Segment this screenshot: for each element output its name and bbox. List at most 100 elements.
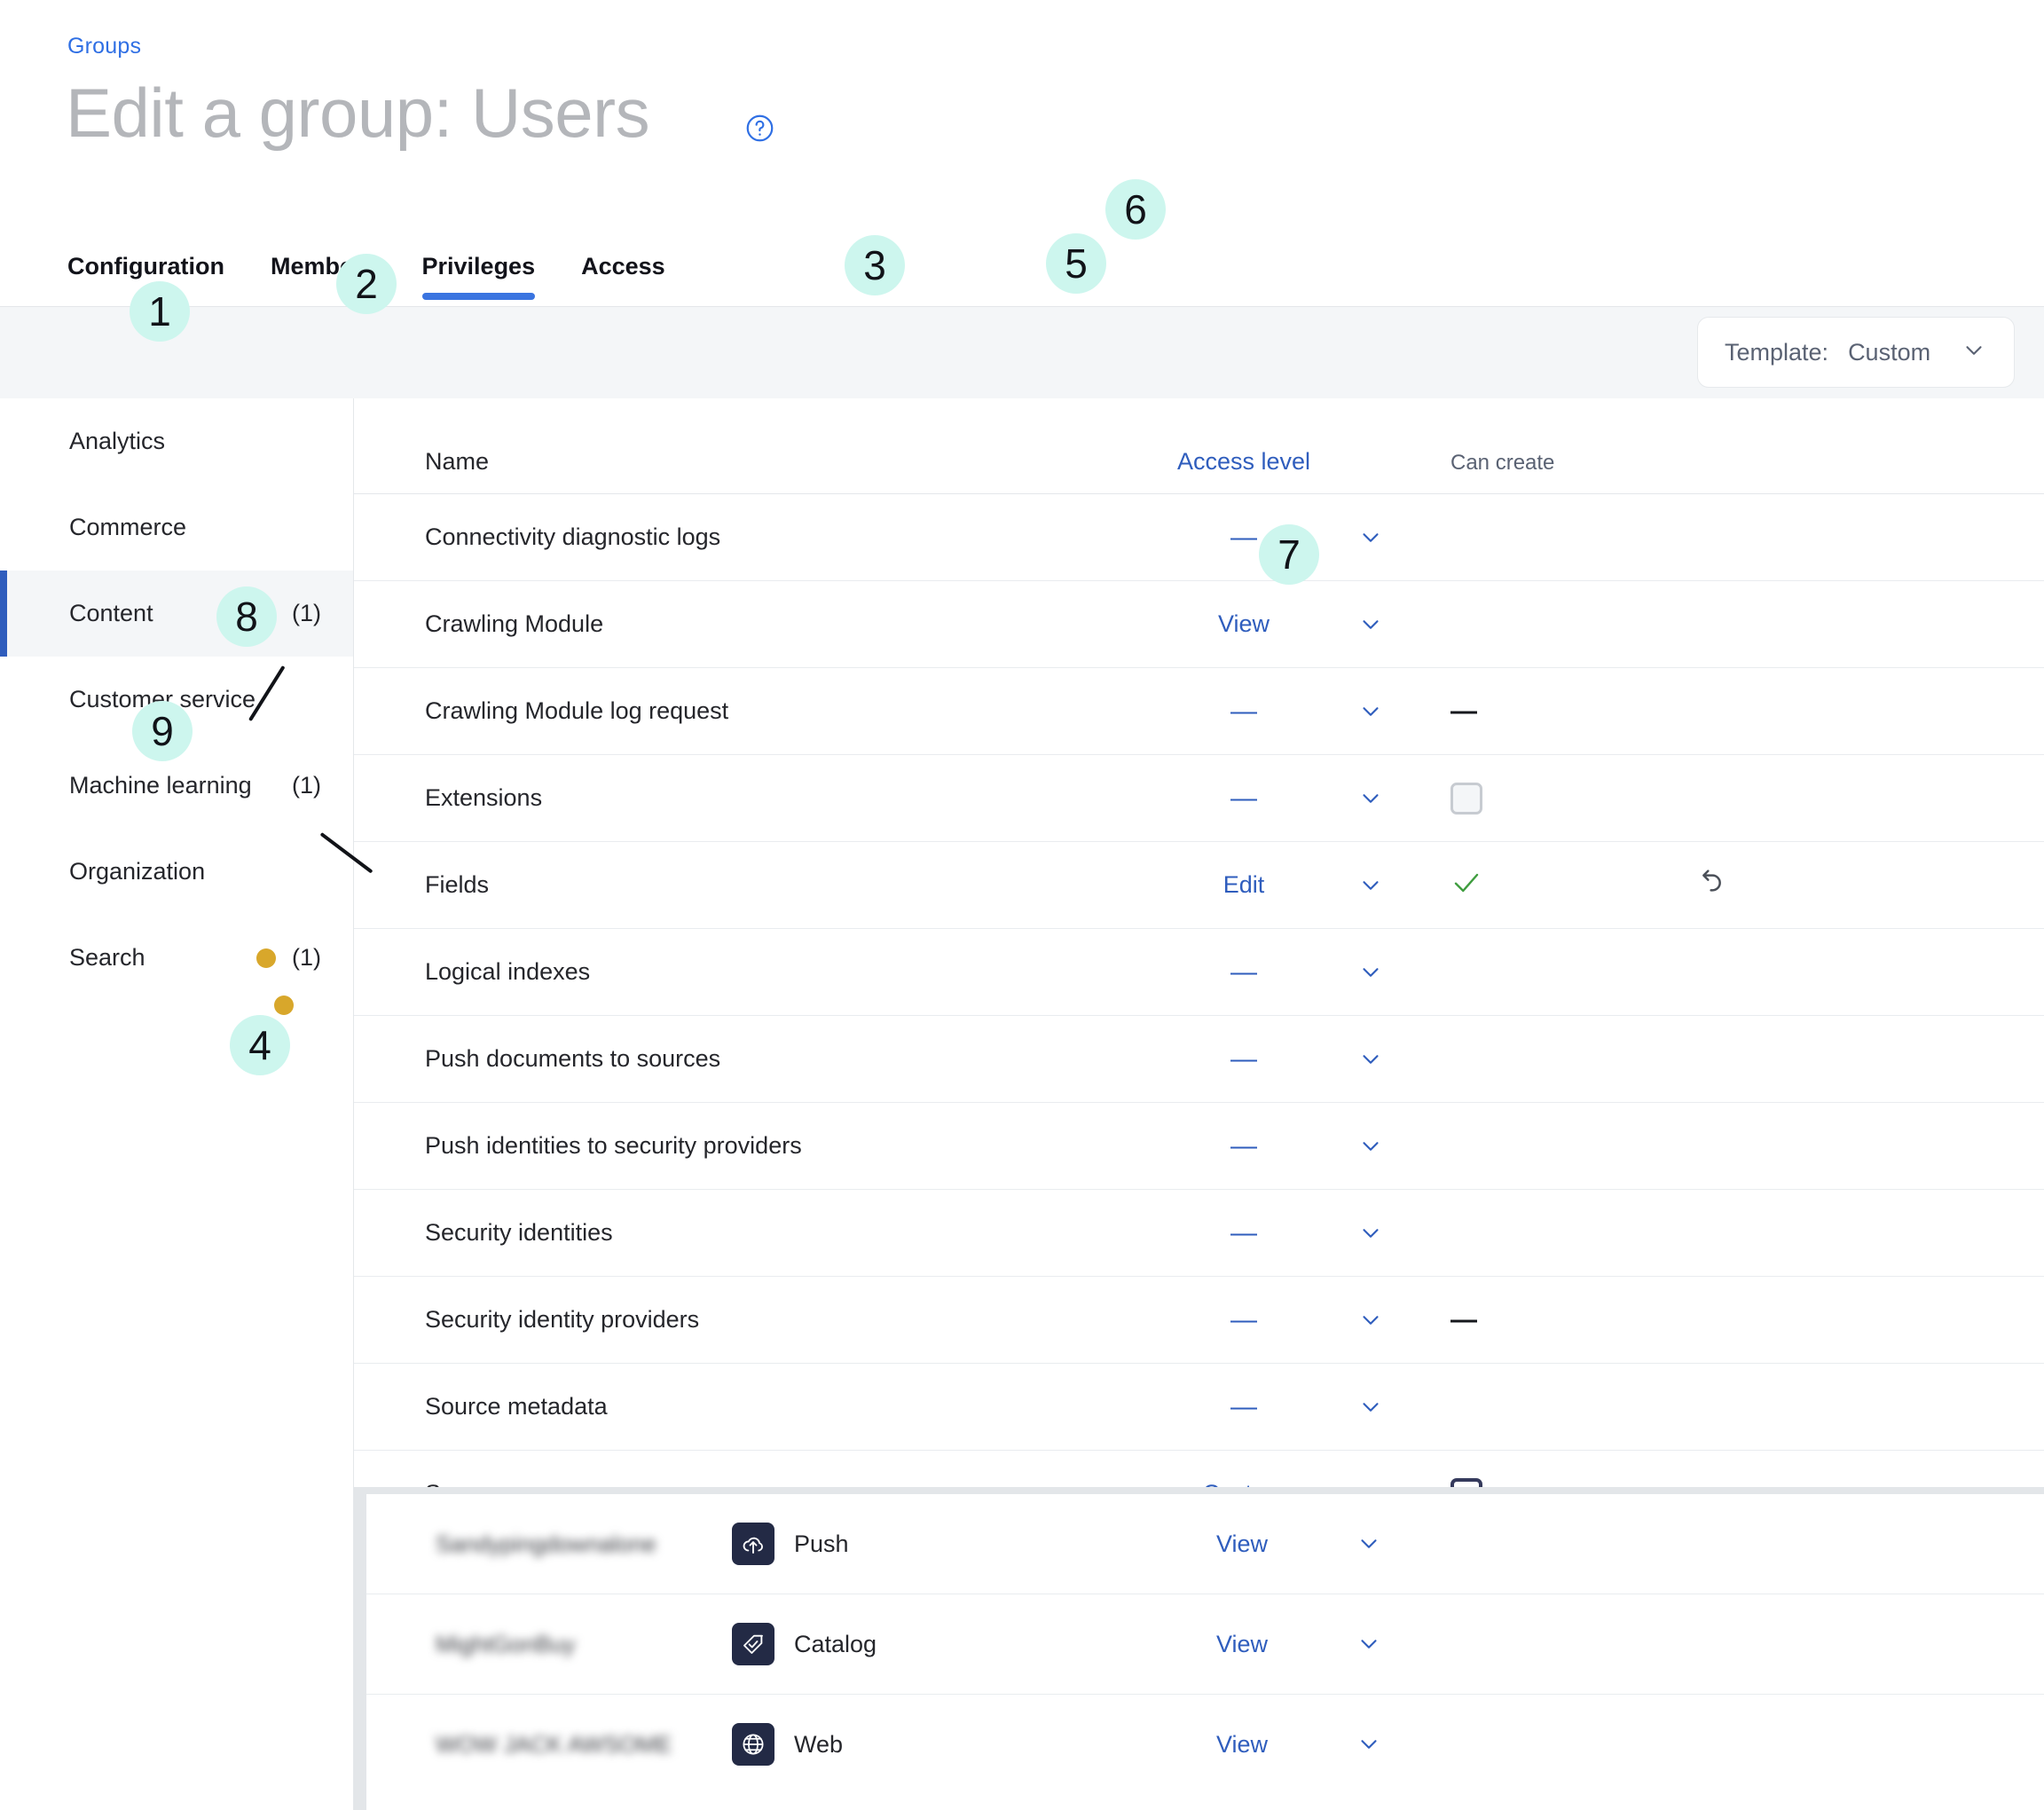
unsaved-changes-dot-icon xyxy=(274,996,294,1015)
source-name: Sandypingdownalone xyxy=(366,1531,732,1558)
source-name: WOW JACK AWSOME xyxy=(366,1731,732,1759)
source-type-label: Catalog xyxy=(794,1631,877,1658)
access-level-chevron-down-icon[interactable] xyxy=(1326,1631,1411,1657)
access-level-value[interactable]: — xyxy=(1160,1220,1328,1247)
privileges-toolbar: Template: Custom xyxy=(0,306,2044,400)
table-row[interactable]: Extensions — xyxy=(354,755,2044,842)
access-level-value[interactable]: View xyxy=(1160,610,1328,638)
access-level-chevron-down-icon[interactable] xyxy=(1328,959,1413,986)
privilege-name: Fields xyxy=(354,871,1160,899)
table-row[interactable]: Push identities to security providers — xyxy=(354,1103,2044,1190)
access-level-value[interactable]: View xyxy=(1158,1731,1326,1759)
list-item[interactable]: WOW JACK AWSOME Web View xyxy=(366,1695,2044,1794)
access-level-value[interactable]: View xyxy=(1158,1531,1326,1558)
access-level-chevron-down-icon[interactable] xyxy=(1328,1046,1413,1073)
sidebar-item-label: Organization xyxy=(69,858,205,885)
access-level-value[interactable]: — xyxy=(1160,959,1328,986)
privilege-name: Source metadata xyxy=(354,1393,1160,1420)
sidebar-item-commerce[interactable]: Commerce xyxy=(0,484,353,571)
template-dropdown[interactable]: Template: Custom xyxy=(1697,317,2015,388)
access-level-chevron-down-icon[interactable] xyxy=(1328,611,1413,638)
access-level-chevron-down-icon[interactable] xyxy=(1328,785,1413,812)
privilege-name: Security identities xyxy=(354,1219,1160,1247)
sidebar-item-organization[interactable]: Organization xyxy=(0,829,353,915)
cloud-upload-icon xyxy=(732,1523,774,1565)
annotation-1: 1 xyxy=(130,281,190,342)
source-type: Web xyxy=(732,1723,1158,1766)
breadcrumb-groups[interactable]: Groups xyxy=(67,34,141,59)
tab-access[interactable]: Access xyxy=(581,253,665,300)
list-item[interactable]: Sandypingdownalone Push View xyxy=(366,1494,2044,1594)
access-level-chevron-down-icon[interactable] xyxy=(1328,1307,1413,1334)
sidebar-item-label: Content xyxy=(69,600,153,627)
table-row[interactable]: Push documents to sources — xyxy=(354,1016,2044,1103)
sources-sub-table: Sandypingdownalone Push View MightGonBuy… xyxy=(354,1487,2044,1810)
access-level-chevron-down-icon[interactable] xyxy=(1328,1220,1413,1247)
privilege-name: Connectivity diagnostic logs xyxy=(354,523,1160,551)
privilege-name: Crawling Module xyxy=(354,610,1160,638)
sidebar-item-label: Analytics xyxy=(69,428,165,455)
sidebar-item-search[interactable]: Search (1) xyxy=(0,915,353,1001)
access-level-value[interactable]: — xyxy=(1160,1133,1328,1160)
tab-privileges[interactable]: Privileges xyxy=(422,253,536,300)
table-row[interactable]: Security identities — xyxy=(354,1190,2044,1277)
table-row[interactable]: Connectivity diagnostic logs — xyxy=(354,494,2044,581)
access-level-chevron-down-icon[interactable] xyxy=(1328,698,1413,725)
sidebar-item-count: (1) xyxy=(292,600,321,627)
list-item[interactable]: MightGonBuy Catalog View xyxy=(366,1594,2044,1695)
sidebar-item-content[interactable]: Content (1) xyxy=(0,571,353,657)
access-level-chevron-down-icon[interactable] xyxy=(1326,1531,1411,1557)
sidebar-item-label: Search xyxy=(69,944,145,972)
source-name: MightGonBuy xyxy=(366,1631,732,1658)
annotation-5: 5 xyxy=(1046,233,1106,294)
annotation-3: 3 xyxy=(845,235,905,295)
privilege-name: Push documents to sources xyxy=(354,1045,1160,1073)
access-level-value[interactable]: — xyxy=(1160,785,1328,812)
access-level-value[interactable]: — xyxy=(1160,1307,1328,1334)
access-level-chevron-down-icon[interactable] xyxy=(1328,1133,1413,1160)
column-header-access-level: Access level xyxy=(1160,448,1328,476)
sidebar-item-count: (1) xyxy=(292,944,321,972)
annotation-8: 8 xyxy=(216,586,277,647)
template-value: Custom xyxy=(1848,339,1930,366)
privilege-name: Logical indexes xyxy=(354,958,1160,986)
sidebar-item-label: Machine learning xyxy=(69,772,252,799)
can-create-not-applicable-dash: — xyxy=(1450,1307,1477,1334)
access-level-value[interactable]: — xyxy=(1160,1394,1328,1420)
help-circle-icon[interactable] xyxy=(745,114,774,143)
annotation-2: 2 xyxy=(336,254,397,314)
access-level-chevron-down-icon[interactable] xyxy=(1328,872,1413,899)
sidebar-item-label: Commerce xyxy=(69,514,186,541)
table-row[interactable]: Logical indexes — xyxy=(354,929,2044,1016)
can-create-check-icon xyxy=(1450,867,1482,903)
undo-icon[interactable] xyxy=(1692,865,1727,905)
privilege-name: Security identity providers xyxy=(354,1306,1160,1334)
chevron-down-icon xyxy=(1961,337,1987,368)
column-header-can-create: Can create xyxy=(1413,451,1600,476)
annotation-9: 9 xyxy=(132,701,193,761)
access-level-chevron-down-icon[interactable] xyxy=(1328,524,1413,551)
can-create-checkbox[interactable] xyxy=(1450,783,1482,814)
table-row[interactable]: Crawling Module log request — — xyxy=(354,668,2044,755)
column-header-name: Name xyxy=(354,448,1160,476)
source-type-label: Push xyxy=(794,1531,849,1558)
table-row[interactable]: Fields Edit xyxy=(354,842,2044,929)
sidebar-item-analytics[interactable]: Analytics xyxy=(0,398,353,484)
table-row[interactable]: Security identity providers — — xyxy=(354,1277,2044,1364)
access-level-value[interactable]: — xyxy=(1160,698,1328,725)
annotation-4: 4 xyxy=(230,1015,290,1075)
source-type: Catalog xyxy=(732,1623,1158,1665)
access-level-chevron-down-icon[interactable] xyxy=(1326,1731,1411,1758)
access-level-value[interactable]: View xyxy=(1158,1631,1326,1658)
page-header: Groups Edit a group: Users Configuration… xyxy=(0,0,2044,306)
page-title: Edit a group: Users xyxy=(66,78,649,147)
table-row[interactable]: Source metadata — xyxy=(354,1364,2044,1451)
annotation-6: 6 xyxy=(1105,179,1166,240)
privilege-category-sidebar: Analytics Commerce Content (1) Customer … xyxy=(0,398,354,1810)
access-level-value[interactable]: Edit xyxy=(1160,871,1328,899)
globe-icon xyxy=(732,1723,774,1766)
table-row[interactable]: Crawling Module View xyxy=(354,581,2044,668)
access-level-value[interactable]: — xyxy=(1160,1046,1328,1073)
access-level-chevron-down-icon[interactable] xyxy=(1328,1394,1413,1420)
unsaved-changes-dot-icon xyxy=(256,948,276,968)
